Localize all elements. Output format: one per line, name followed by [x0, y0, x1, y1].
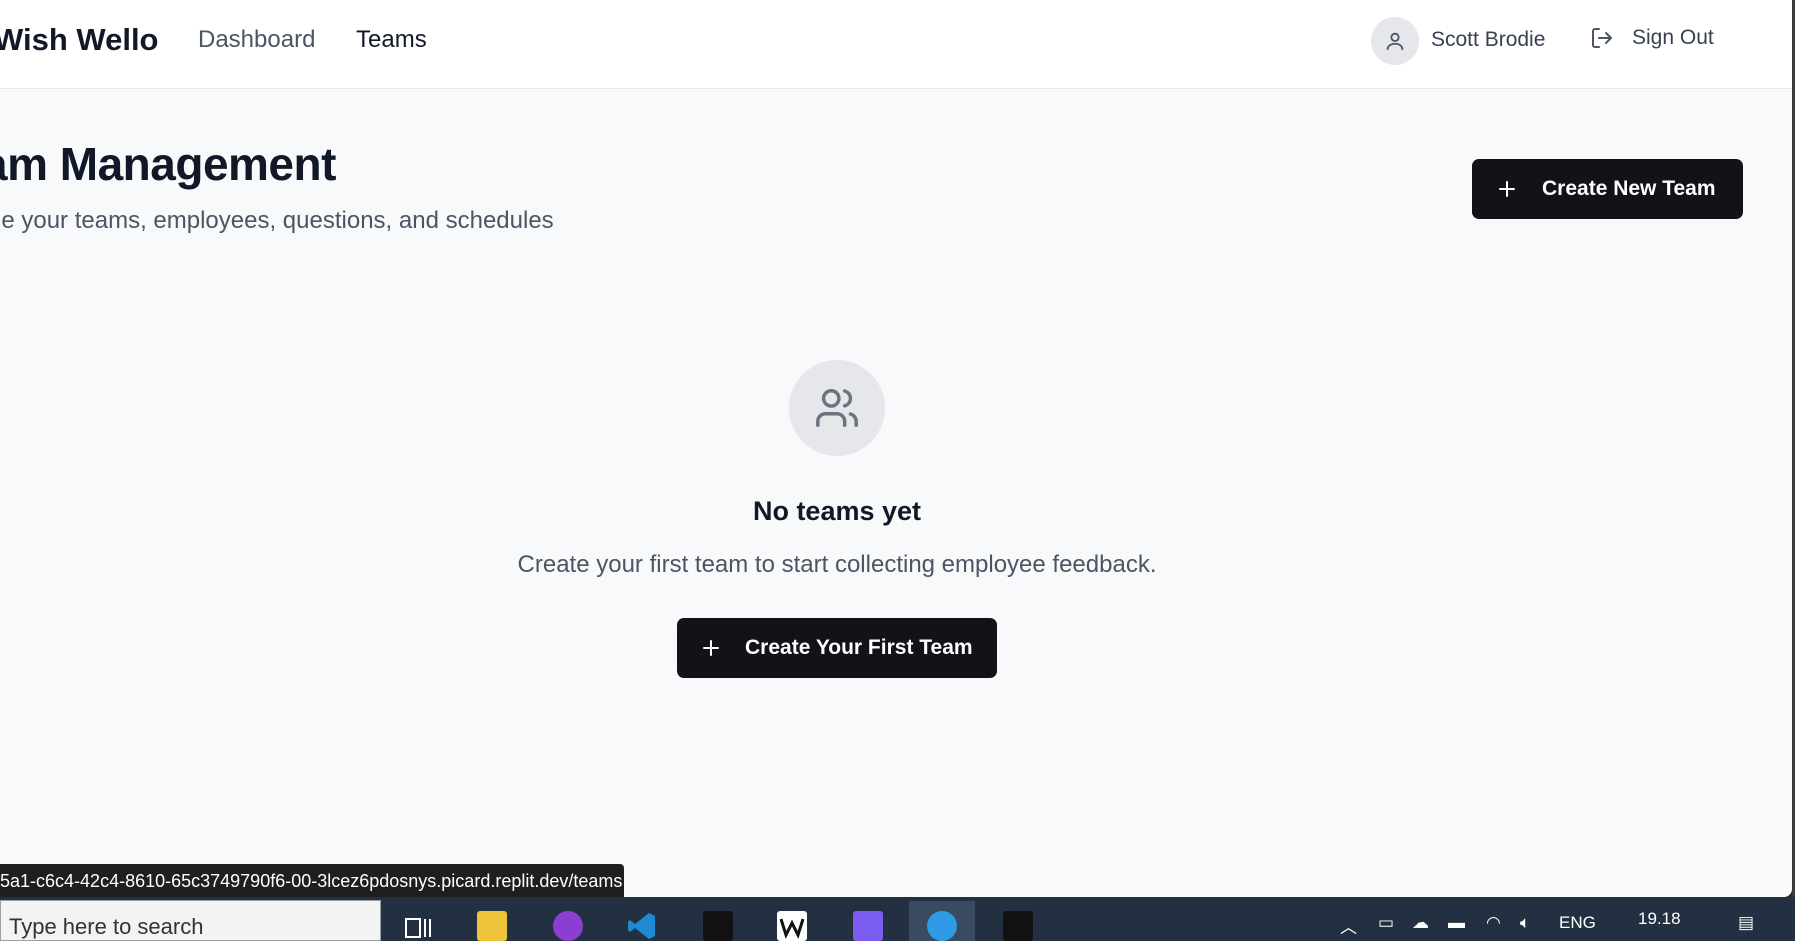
plus-icon [703, 640, 719, 656]
page-subtitle: ge your teams, employees, questions, and… [0, 207, 554, 234]
notifications-icon[interactable]: ▤ [1738, 913, 1754, 933]
nav-dashboard[interactable]: Dashboard [198, 26, 315, 54]
empty-state-subtitle: Create your first team to start collecti… [517, 551, 1157, 578]
sign-out-icon [1592, 28, 1612, 48]
users-icon [816, 389, 858, 427]
tray-language[interactable]: ENG [1559, 913, 1596, 933]
app-cube-2-icon[interactable] [1003, 911, 1033, 941]
edge-browser-icon[interactable] [927, 911, 957, 941]
task-view-icon[interactable] [403, 911, 433, 941]
browser-viewport: Wish Wello Dashboard Teams Scott Brodie … [0, 0, 1792, 897]
brand-logo[interactable]: Wish Wello [0, 22, 159, 58]
taskbar-clock[interactable]: 19.18 [1638, 909, 1681, 929]
tray-chevron-up-icon[interactable]: ︿ [1340, 913, 1357, 938]
page-title: am Management [0, 138, 336, 190]
create-new-team-label: Create New Team [1542, 177, 1716, 200]
vscode-icon[interactable] [627, 911, 657, 941]
github-desktop-icon[interactable] [553, 911, 583, 941]
create-first-team-label: Create Your First Team [745, 636, 973, 659]
empty-state-icon-circle [789, 360, 885, 456]
user-name: Scott Brodie [1431, 28, 1546, 51]
sign-out-label: Sign Out [1632, 26, 1714, 49]
create-first-team-button[interactable]: Create Your First Team [677, 618, 997, 678]
tray-battery-icon[interactable]: ▬ [1448, 913, 1465, 933]
wello-app-icon[interactable] [777, 911, 807, 941]
nav-teams[interactable]: Teams [356, 26, 427, 54]
user-avatar[interactable] [1371, 17, 1419, 65]
search-placeholder: Type here to search [9, 914, 204, 939]
create-new-team-button[interactable]: Create New Team [1472, 159, 1743, 219]
plus-icon [1499, 181, 1515, 197]
tray-meet-icon[interactable]: ▭ [1378, 913, 1394, 933]
app-cube-icon[interactable] [703, 911, 733, 941]
windows-taskbar: Type here to search ︿ ▭ ☁ ▬ ◠ 🔈︎ ENG 19.… [0, 897, 1795, 941]
sign-out-button[interactable]: Sign Out [1590, 26, 1714, 50]
tray-cloud-icon[interactable]: ☁ [1412, 913, 1429, 933]
tray-volume-icon[interactable]: 🔈︎ [1520, 913, 1530, 933]
empty-state-title: No teams yet [752, 496, 922, 526]
link-status-url: 5a1-c6c4-42c4-8610-65c3749790f6-00-3lcez… [0, 864, 624, 897]
app-header: Wish Wello Dashboard Teams Scott Brodie … [0, 0, 1792, 89]
tray-wifi-icon[interactable]: ◠ [1486, 913, 1501, 933]
copilot-icon[interactable] [853, 911, 883, 941]
taskbar-search-input[interactable]: Type here to search [0, 900, 381, 941]
user-icon [1386, 32, 1404, 51]
file-explorer-icon[interactable] [477, 911, 507, 941]
